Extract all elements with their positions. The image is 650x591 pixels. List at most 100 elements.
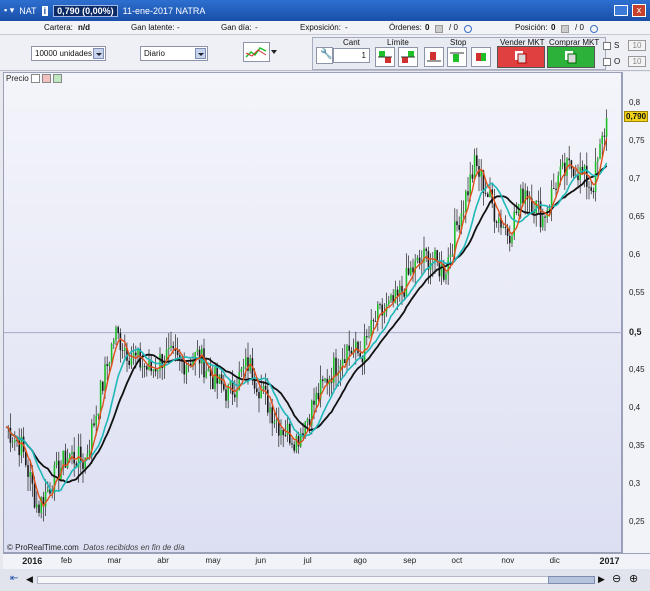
date-axis[interactable]: 2016 feb mar abr may jun jul ago sep oct nov dic 201… bbox=[3, 553, 650, 569]
price-axis[interactable]: 0,8 0,75 0,7 0,65 0,6 0,55 0,5 0,45 0,4 0,35 0,3 0,… bbox=[622, 72, 650, 553]
candle-body bbox=[601, 135, 603, 144]
candle-body bbox=[106, 364, 108, 367]
units-select[interactable]: 10000 unidades bbox=[31, 46, 106, 61]
candle-body bbox=[146, 366, 148, 370]
chart-credit: © ProRealTime.com Datos recibidos en fin… bbox=[7, 543, 185, 552]
indicator-green-icon[interactable] bbox=[52, 74, 62, 83]
zoom-out-icon[interactable]: ⊖ bbox=[612, 572, 621, 585]
chevron-down-icon[interactable] bbox=[195, 48, 206, 59]
limit-buy-icon bbox=[378, 51, 392, 63]
ordenes-value[interactable]: 0 bbox=[425, 23, 429, 32]
wrench-icon: 🔧 bbox=[320, 49, 333, 60]
candle-body bbox=[425, 248, 427, 251]
candle-body bbox=[471, 174, 474, 179]
candle-body bbox=[515, 211, 518, 213]
date-tick: sep bbox=[403, 556, 417, 565]
chart-canvas[interactable] bbox=[4, 73, 623, 554]
candle-body bbox=[405, 268, 408, 297]
candle-body bbox=[594, 161, 597, 193]
date-tick: jun bbox=[255, 556, 267, 565]
candle-body bbox=[456, 221, 458, 226]
candle-body bbox=[555, 188, 557, 190]
limit-sell-button[interactable] bbox=[398, 47, 418, 67]
candle-body bbox=[212, 376, 214, 390]
date-tick: dic bbox=[549, 556, 560, 565]
price-chart[interactable] bbox=[3, 72, 623, 554]
candle-body bbox=[458, 225, 460, 230]
posicion-value[interactable]: 0 bbox=[551, 23, 555, 32]
candle-body bbox=[117, 327, 119, 334]
candle-body bbox=[256, 388, 258, 393]
legend-label: Precio bbox=[6, 74, 29, 83]
scroll-thumb[interactable] bbox=[548, 576, 595, 584]
maximize-icon[interactable] bbox=[614, 5, 628, 16]
candle-body bbox=[82, 462, 84, 469]
candle-body bbox=[572, 168, 575, 177]
candle-body bbox=[436, 250, 438, 261]
candle-body bbox=[366, 336, 368, 338]
candle-body bbox=[495, 221, 498, 223]
price-tick: 0,55 bbox=[629, 288, 645, 298]
quantity-input[interactable]: 1 bbox=[333, 48, 370, 63]
price-tick: 0,65 bbox=[629, 212, 645, 222]
candle-body bbox=[568, 158, 570, 161]
o-checkbox[interactable] bbox=[603, 58, 611, 66]
menu-icon[interactable]: ▪ ▾ bbox=[4, 5, 14, 16]
candle-body bbox=[214, 367, 216, 390]
candle-body bbox=[445, 274, 447, 280]
chevron-down-icon[interactable] bbox=[271, 50, 277, 57]
candle-body bbox=[559, 166, 562, 176]
candle-body bbox=[36, 504, 38, 508]
candle-body bbox=[141, 366, 144, 368]
cartera-value: n/d bbox=[78, 23, 90, 32]
candle-body bbox=[275, 420, 278, 422]
candle-body bbox=[605, 118, 608, 137]
candle-body bbox=[451, 254, 454, 256]
price-tick: 0,3 bbox=[629, 479, 641, 489]
candle-body bbox=[544, 216, 546, 218]
buy-market-button[interactable] bbox=[547, 46, 595, 68]
stop-sell-button[interactable] bbox=[447, 47, 467, 67]
candle-body bbox=[223, 384, 225, 390]
units-value: 10000 unidades bbox=[35, 49, 92, 58]
symbol-label[interactable]: NAT bbox=[19, 6, 36, 16]
candle-body bbox=[95, 415, 97, 426]
scroll-left-icon[interactable]: ◀ bbox=[26, 574, 33, 585]
stop-sell-icon bbox=[450, 52, 464, 62]
chart-legend: Precio bbox=[6, 74, 62, 83]
limit-buy-button[interactable] bbox=[375, 47, 395, 67]
info-icon[interactable]: i bbox=[41, 5, 49, 16]
period-select[interactable]: Diario bbox=[140, 46, 208, 61]
candle-body bbox=[128, 360, 130, 365]
candle-body bbox=[498, 217, 500, 223]
stop-label: Stop bbox=[450, 38, 467, 47]
date-tick: abr bbox=[157, 556, 169, 565]
close-button[interactable]: x bbox=[632, 4, 646, 17]
s-value: 10 bbox=[628, 40, 646, 51]
candle-body bbox=[418, 257, 421, 264]
stop-buy-icon bbox=[427, 52, 441, 62]
wrench-icon[interactable] bbox=[30, 74, 40, 83]
candle-body bbox=[603, 135, 606, 137]
candle-body bbox=[341, 359, 344, 366]
s-checkbox[interactable] bbox=[603, 42, 611, 50]
candle-body bbox=[38, 504, 40, 513]
scroll-start-icon[interactable]: ⇤ bbox=[10, 573, 18, 584]
chevron-down-icon[interactable] bbox=[93, 48, 104, 59]
candle-body bbox=[86, 454, 89, 458]
scroll-right-icon[interactable]: ▶ bbox=[598, 574, 605, 585]
candle-body bbox=[553, 188, 555, 189]
candle-body bbox=[168, 347, 170, 350]
candle-body bbox=[295, 435, 298, 451]
horizontal-scrollbar[interactable] bbox=[37, 576, 595, 584]
date-tick: 2017 bbox=[599, 556, 620, 566]
indicator-chart-button[interactable] bbox=[243, 42, 270, 62]
zoom-in-icon[interactable]: ⊕ bbox=[629, 572, 638, 585]
wrench-button[interactable]: 🔧 bbox=[316, 47, 333, 64]
stop-trailing-button[interactable] bbox=[471, 47, 491, 67]
sell-market-button[interactable] bbox=[497, 46, 545, 68]
ordenes-label: Órdenes: bbox=[389, 23, 422, 32]
stop-buy-button[interactable] bbox=[424, 47, 444, 67]
indicator-add-icon[interactable] bbox=[41, 74, 51, 83]
candle-body bbox=[324, 378, 326, 381]
